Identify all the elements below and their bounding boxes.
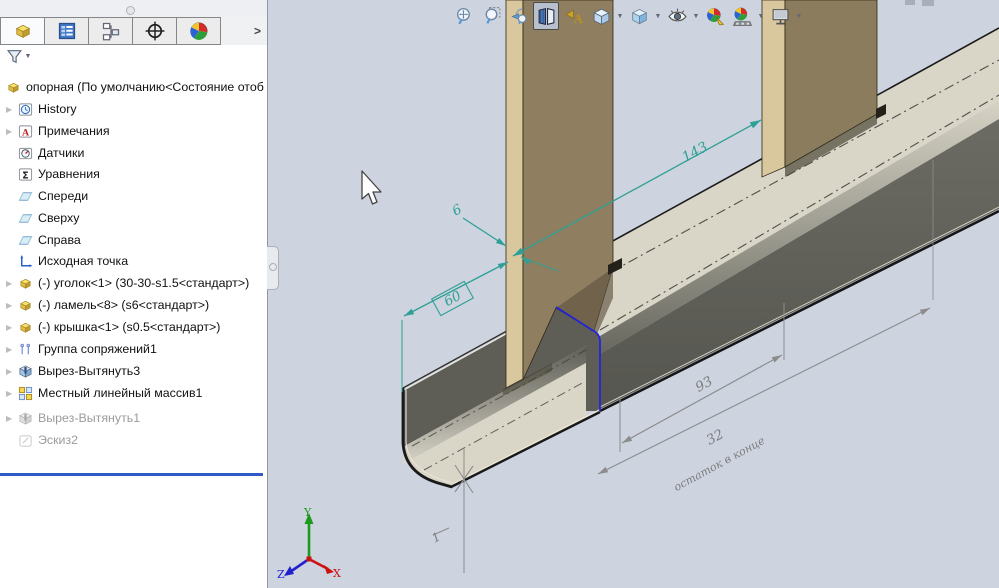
panel-top-splitter[interactable]: [0, 0, 267, 18]
tree-item-mate-group[interactable]: ▶ Группа сопряжений1: [0, 338, 266, 360]
pattern-icon: [18, 386, 33, 401]
part-icon: [18, 276, 33, 291]
part-icon: [13, 21, 33, 41]
tab-displaymanager[interactable]: [177, 17, 221, 45]
zoom-to-area-button[interactable]: [479, 3, 503, 29]
part-icon: [18, 320, 33, 335]
part-icon: [18, 298, 33, 313]
panel-splitter-handle[interactable]: [267, 246, 279, 290]
origin-icon: [18, 254, 33, 269]
view-orientation-button[interactable]: [589, 3, 613, 29]
tab-featuremanager[interactable]: [0, 17, 45, 45]
clipped-ui-fragment: [905, 0, 915, 5]
section-view-button[interactable]: [533, 2, 559, 30]
previous-view-button[interactable]: [506, 3, 530, 29]
tab-propertymanager[interactable]: [45, 17, 89, 45]
tree-filter-bar[interactable]: ▼: [0, 45, 267, 67]
previous-view-icon: [508, 6, 529, 27]
annotation-views-button[interactable]: [562, 3, 586, 29]
display-style-icon: [629, 6, 650, 27]
tree-item-sensors[interactable]: Датчики: [0, 142, 266, 164]
annotations-icon: [18, 124, 33, 139]
plane-icon: [18, 211, 33, 226]
history-icon: [18, 102, 33, 117]
hide-show-items-button[interactable]: [665, 3, 689, 29]
view-settings-icon: [770, 6, 791, 27]
sketch-icon: [18, 433, 33, 448]
tree-item-history[interactable]: ▶ History: [0, 98, 266, 120]
panel-tab-bar: >: [0, 17, 267, 46]
triad-x-label: X: [333, 567, 341, 580]
expand-arrow-icon[interactable]: ▶: [6, 389, 18, 398]
expand-arrow-icon[interactable]: ▶: [6, 323, 18, 332]
view-settings-button[interactable]: [768, 3, 792, 29]
plane-icon: [18, 233, 33, 248]
zoom-to-fit-button[interactable]: [452, 3, 476, 29]
view-orientation-dropdown[interactable]: ▼: [616, 13, 624, 20]
hide-show-items-dropdown[interactable]: ▼: [692, 13, 700, 20]
cut-extrude-icon: [18, 411, 33, 426]
tree-item-right-plane[interactable]: Справа: [0, 229, 266, 251]
crosshair-icon: [145, 21, 165, 41]
tree-item-front-plane[interactable]: Спереди: [0, 185, 266, 207]
display-style-button[interactable]: [627, 3, 651, 29]
triad-y-label: Y: [303, 506, 312, 519]
tree-item-cut-extrude1[interactable]: ▶ Вырез-Вытянуть1: [0, 407, 266, 429]
view-orientation-icon: [591, 6, 612, 27]
rollback-bar[interactable]: [0, 473, 263, 476]
cut-extrude-icon: [18, 364, 33, 379]
feature-manager-panel: > ▼ опорная (По умолчанию<Состояние отоб…: [0, 0, 268, 588]
part-icon: [6, 80, 21, 95]
tab-dimxpertmanager[interactable]: [133, 17, 177, 45]
display-manager-icon: [189, 21, 209, 41]
expand-arrow-icon[interactable]: ▶: [6, 367, 18, 376]
tree-item-top-plane[interactable]: Сверху: [0, 207, 266, 229]
feature-tree: опорная (По умолчанию<Состояние отоб ▶ H…: [0, 70, 266, 588]
tree-item-lamel[interactable]: ▶ (-) ламель<8> (s6<стандарт>): [0, 294, 266, 316]
zoom-to-fit-icon: [454, 6, 475, 27]
expand-arrow-icon[interactable]: ▶: [6, 279, 18, 288]
apply-scene-dropdown[interactable]: ▼: [757, 13, 765, 20]
heads-up-view-toolbar: ▼ ▼ ▼ ▼ ▼: [452, 1, 803, 31]
solidworks-window: 143 6 60 93: [0, 0, 999, 588]
zoom-to-area-icon: [481, 6, 502, 27]
tree-item-kryshka[interactable]: ▶ (-) крышка<1> (s0.5<стандарт>): [0, 316, 266, 338]
tree-item-sketch2[interactable]: Эскиз2: [0, 429, 266, 451]
view-settings-dropdown[interactable]: ▼: [795, 13, 803, 20]
splitter-grip[interactable]: [126, 6, 135, 15]
plane-icon: [18, 189, 33, 204]
tree-item-cut-extrude3[interactable]: ▶ Вырез-Вытянуть3: [0, 360, 266, 382]
tree-item-ugolok[interactable]: ▶ (-) уголок<1> (30-30-s1.5<стандарт>): [0, 272, 266, 294]
triad-z-label: Z: [277, 568, 285, 581]
expand-arrow-icon[interactable]: ▶: [6, 301, 18, 310]
eye-icon: [667, 6, 688, 27]
expand-arrow-icon[interactable]: ▶: [6, 414, 18, 423]
tab-configurationmanager[interactable]: [89, 17, 133, 45]
tree-item-origin[interactable]: Исходная точка: [0, 250, 266, 272]
edit-appearance-button[interactable]: [703, 3, 727, 29]
mate-group-icon: [18, 342, 33, 357]
apply-scene-button[interactable]: [730, 3, 754, 29]
property-manager-icon: [57, 21, 77, 41]
annotation-views-icon: [564, 6, 585, 27]
section-view-icon: [536, 6, 557, 27]
expand-arrow-icon[interactable]: ▶: [6, 127, 18, 136]
filter-dropdown[interactable]: ▼: [24, 53, 32, 60]
tree-item-annotations[interactable]: ▶ Примечания: [0, 120, 266, 142]
tab-overflow-chevron[interactable]: >: [254, 17, 267, 45]
tree-item-equations[interactable]: Уравнения: [0, 163, 266, 185]
clipped-ui-fragment: [922, 0, 934, 6]
splitter-grip: [269, 263, 277, 271]
expand-arrow-icon[interactable]: ▶: [6, 105, 18, 114]
configuration-icon: [101, 21, 121, 41]
tree-root-item[interactable]: опорная (По умолчанию<Состояние отоб: [0, 76, 266, 98]
filter-funnel-icon: [6, 48, 23, 65]
display-style-dropdown[interactable]: ▼: [654, 13, 662, 20]
equations-icon: [18, 167, 33, 182]
edit-appearance-icon: [705, 6, 726, 27]
expand-arrow-icon[interactable]: ▶: [6, 345, 18, 354]
tree-item-linear-pattern[interactable]: ▶ Местный линейный массив1: [0, 382, 266, 404]
apply-scene-icon: [732, 6, 753, 27]
sensors-icon: [18, 146, 33, 161]
